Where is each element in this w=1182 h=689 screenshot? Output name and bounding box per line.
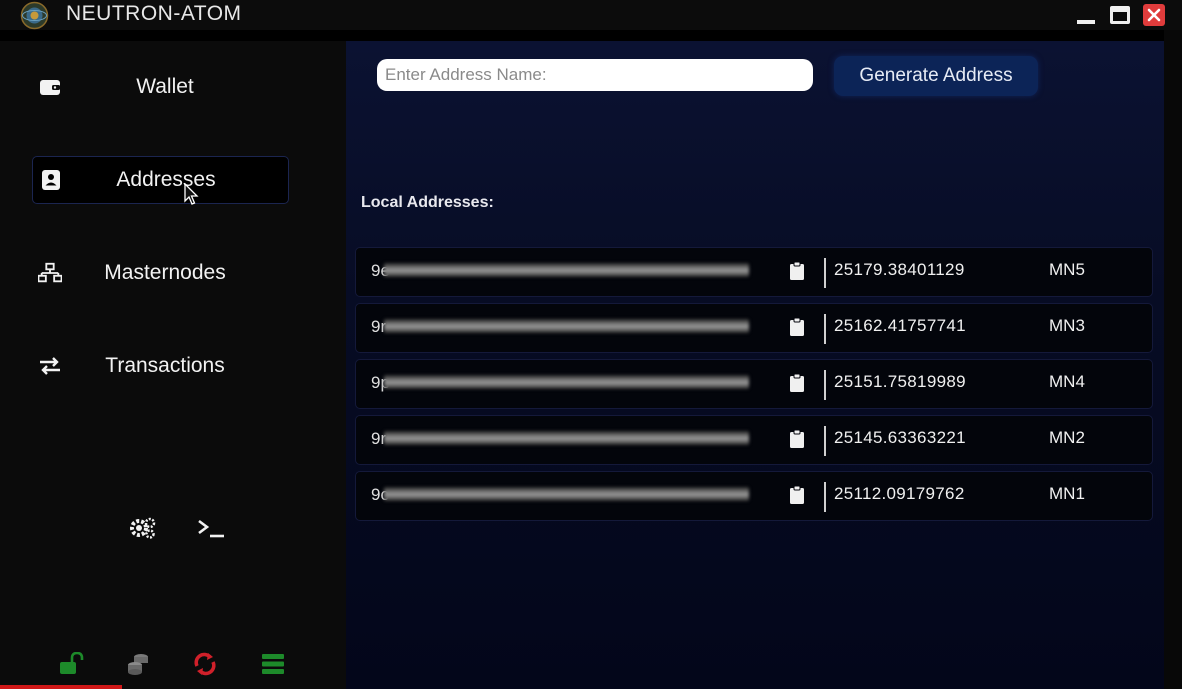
address-row[interactable]: 9c 25112.09179762 MN1 bbox=[355, 471, 1153, 521]
column-divider bbox=[824, 482, 826, 512]
clipboard-icon[interactable] bbox=[788, 372, 806, 394]
address-name: MN3 bbox=[1049, 316, 1085, 335]
address-balance: 25162.41757741 bbox=[834, 316, 966, 335]
sidebar-item-label: Transactions bbox=[105, 354, 225, 377]
sidebar-item-masternodes[interactable]: Masternodes bbox=[32, 250, 287, 296]
sync-error-icon[interactable] bbox=[192, 652, 218, 676]
maximize-button[interactable] bbox=[1109, 4, 1131, 26]
clipboard-icon[interactable] bbox=[788, 316, 806, 338]
section-label: Local Addresses: bbox=[361, 194, 494, 211]
address-name: MN2 bbox=[1049, 428, 1085, 447]
sidebar-item-label: Wallet bbox=[136, 75, 194, 98]
settings-gears-icon[interactable] bbox=[128, 514, 158, 542]
address-row[interactable]: 9p 25151.75819989 MN4 bbox=[355, 359, 1153, 409]
sidebar-item-wallet[interactable]: Wallet bbox=[32, 64, 287, 110]
redacted-address bbox=[384, 431, 749, 445]
minimize-button[interactable] bbox=[1075, 4, 1097, 26]
clipboard-icon[interactable] bbox=[788, 260, 806, 282]
column-divider bbox=[824, 258, 826, 288]
console-prompt-icon[interactable] bbox=[196, 514, 226, 542]
address-row[interactable]: 9r 25145.63363221 MN2 bbox=[355, 415, 1153, 465]
generate-address-button[interactable]: Generate Address bbox=[834, 56, 1038, 96]
app-window: NEUTRON-ATOM Wallet Addresses Masternode… bbox=[0, 0, 1182, 689]
address-balance: 25145.63363221 bbox=[834, 428, 966, 447]
sidebar: Wallet Addresses Masternodes Transaction… bbox=[0, 41, 346, 689]
app-title: NEUTRON-ATOM bbox=[66, 2, 242, 25]
progress-accent-bar bbox=[0, 685, 122, 689]
sidebar-item-label: Addresses bbox=[116, 168, 216, 191]
redacted-address bbox=[384, 375, 749, 389]
atom-logo-icon bbox=[20, 1, 49, 30]
title-bar: NEUTRON-ATOM bbox=[0, 0, 1182, 30]
column-divider bbox=[824, 314, 826, 344]
close-icon bbox=[1143, 4, 1165, 26]
address-balance: 25151.75819989 bbox=[834, 372, 966, 391]
clipboard-icon[interactable] bbox=[788, 484, 806, 506]
column-divider bbox=[824, 370, 826, 400]
close-button[interactable] bbox=[1143, 4, 1165, 26]
address-row[interactable]: 9e 25179.38401129 MN5 bbox=[355, 247, 1153, 297]
coin-stack-icon[interactable] bbox=[125, 652, 151, 676]
mouse-cursor-icon bbox=[184, 183, 199, 205]
unlocked-padlock-icon[interactable] bbox=[58, 652, 84, 676]
window-right-edge bbox=[1164, 30, 1182, 689]
address-balance: 25179.38401129 bbox=[834, 260, 965, 279]
database-icon[interactable] bbox=[260, 652, 286, 676]
column-divider bbox=[824, 426, 826, 456]
redacted-address bbox=[384, 319, 749, 333]
address-balance: 25112.09179762 bbox=[834, 484, 965, 503]
clipboard-icon[interactable] bbox=[788, 428, 806, 450]
address-name: MN1 bbox=[1049, 484, 1085, 503]
sidebar-item-label: Masternodes bbox=[104, 261, 226, 284]
minimize-icon bbox=[1077, 20, 1095, 24]
sidebar-item-addresses[interactable]: Addresses bbox=[32, 156, 289, 204]
redacted-address bbox=[384, 487, 749, 501]
redacted-address bbox=[384, 263, 749, 277]
sidebar-item-transactions[interactable]: Transactions bbox=[32, 343, 287, 389]
maximize-icon bbox=[1110, 6, 1130, 24]
main-panel: Generate Address Local Addresses: 9e 251… bbox=[346, 41, 1164, 689]
address-name: MN5 bbox=[1049, 260, 1085, 279]
address-name-input[interactable] bbox=[377, 59, 813, 91]
address-name: MN4 bbox=[1049, 372, 1085, 391]
address-row[interactable]: 9r 25162.41757741 MN3 bbox=[355, 303, 1153, 353]
